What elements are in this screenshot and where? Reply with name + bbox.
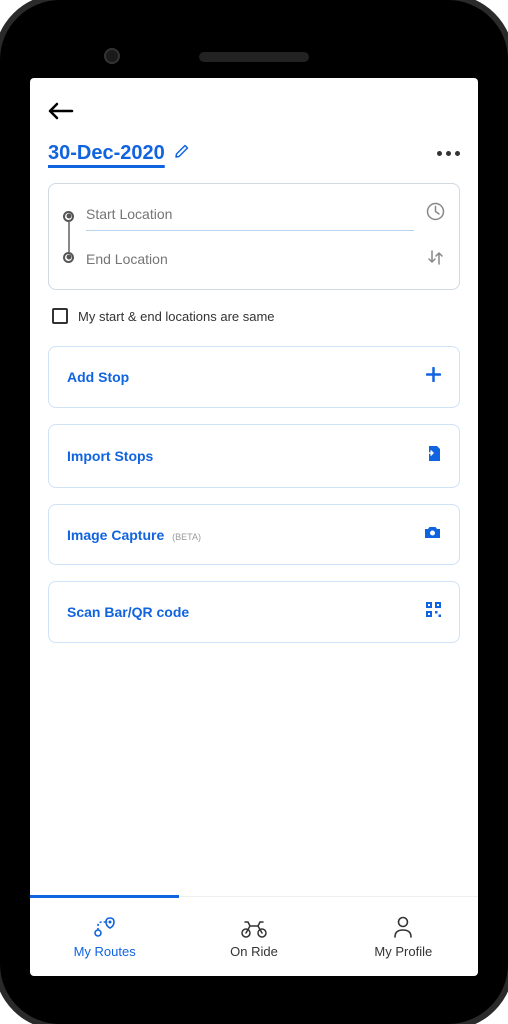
same-location-checkbox[interactable] bbox=[52, 308, 68, 324]
scan-code-label: Scan Bar/QR code bbox=[67, 604, 189, 620]
ride-icon bbox=[240, 914, 268, 940]
tab-on-ride-label: On Ride bbox=[230, 944, 278, 959]
clock-icon[interactable] bbox=[426, 202, 445, 226]
tab-my-routes[interactable]: My Routes bbox=[30, 897, 179, 976]
import-stops-label: Import Stops bbox=[67, 448, 153, 464]
app-screen: 30-Dec-2020 bbox=[30, 78, 478, 976]
date-label[interactable]: 30-Dec-2020 bbox=[48, 142, 165, 165]
route-connector-icon bbox=[63, 211, 74, 263]
same-location-label: My start & end locations are same bbox=[78, 309, 275, 324]
qr-code-icon bbox=[426, 602, 441, 622]
swap-icon[interactable] bbox=[426, 248, 445, 272]
scan-code-button[interactable]: Scan Bar/QR code bbox=[48, 581, 460, 643]
end-location-input[interactable] bbox=[86, 243, 414, 275]
tab-on-ride[interactable]: On Ride bbox=[179, 897, 328, 976]
profile-icon bbox=[393, 914, 413, 940]
image-capture-label: Image Capture bbox=[67, 527, 164, 543]
import-stops-button[interactable]: Import Stops bbox=[48, 424, 460, 488]
more-menu-icon[interactable] bbox=[437, 151, 460, 156]
add-stop-button[interactable]: Add Stop bbox=[48, 346, 460, 408]
start-location-input[interactable] bbox=[86, 198, 414, 231]
camera-icon bbox=[424, 525, 441, 544]
plus-icon bbox=[426, 367, 441, 387]
back-button[interactable] bbox=[48, 102, 76, 120]
tab-my-profile[interactable]: My Profile bbox=[329, 897, 478, 976]
add-stop-label: Add Stop bbox=[67, 369, 129, 385]
tab-my-routes-label: My Routes bbox=[74, 944, 136, 959]
edit-date-icon[interactable] bbox=[175, 144, 189, 163]
routes-icon bbox=[93, 914, 117, 940]
bottom-tab-bar: My Routes On Ride bbox=[30, 896, 478, 976]
location-card bbox=[48, 183, 460, 290]
beta-badge: (BETA) bbox=[172, 532, 201, 542]
tab-my-profile-label: My Profile bbox=[374, 944, 432, 959]
import-file-icon bbox=[426, 445, 441, 467]
image-capture-button[interactable]: Image Capture (BETA) bbox=[48, 504, 460, 565]
